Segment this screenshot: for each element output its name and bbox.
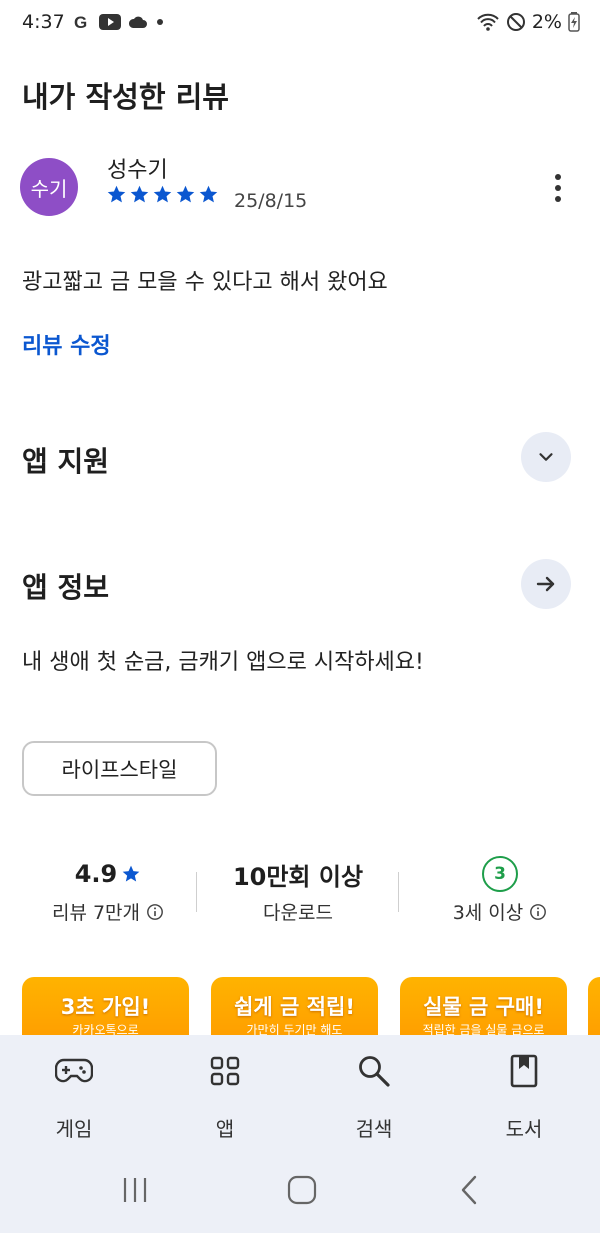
do-not-disturb-icon <box>506 12 526 32</box>
svg-text:G: G <box>74 13 87 31</box>
app-support-expand-button[interactable] <box>521 432 571 482</box>
promo-title: 실물 금 구매! <box>423 995 544 1019</box>
google-icon: G <box>73 13 91 31</box>
youtube-icon <box>98 14 121 30</box>
stat-downloads: 10만회 이상 다운로드 <box>198 856 398 936</box>
battery-charging-icon <box>568 12 580 32</box>
nav-label-games: 게임 <box>55 1117 93 1141</box>
age-label: 3세 이상 <box>452 902 524 924</box>
more-vert-icon <box>555 174 561 180</box>
status-left: 4:37 G <box>22 11 165 33</box>
rating-label: 리뷰 7만개 <box>51 902 141 924</box>
status-time: 4:37 <box>22 11 65 33</box>
info-icon <box>147 903 163 920</box>
page-title: 내가 작성한 리뷰 <box>22 80 229 114</box>
nav-item-search[interactable]: 검색 <box>319 1051 429 1142</box>
star-icon <box>153 185 172 203</box>
back-icon[interactable] <box>450 1170 490 1210</box>
age-rating-badge: 3 <box>482 856 518 892</box>
app-info-arrow-button[interactable] <box>521 559 571 609</box>
nav-item-games[interactable]: 게임 <box>19 1051 129 1142</box>
recents-icon[interactable] <box>115 1170 155 1210</box>
chevron-down-icon <box>539 453 553 461</box>
more-vert-icon-dot <box>555 185 561 191</box>
nav-label-books: 도서 <box>505 1117 543 1141</box>
battery-percent: 2% <box>531 11 562 33</box>
app-info-title: 앱 정보 <box>22 571 110 604</box>
status-right: 2% <box>476 11 580 33</box>
star-icon <box>107 185 126 203</box>
home-icon[interactable] <box>282 1170 322 1210</box>
nav-item-apps[interactable]: 앱 <box>170 1051 280 1142</box>
more-options-button[interactable] <box>544 168 572 208</box>
arrow-right-icon <box>536 576 555 592</box>
nav-label-apps: 앱 <box>215 1117 235 1141</box>
star-icon <box>130 185 149 203</box>
age-label-row: 3세 이상 <box>453 898 548 925</box>
review-header: 수기 성수기 25/8/15 <box>20 150 580 220</box>
star-rating <box>106 184 219 205</box>
category-chip[interactable]: 라이프스타일 <box>22 741 217 796</box>
edit-review-link[interactable]: 리뷰 수정 <box>22 328 111 360</box>
app-description: 내 생애 첫 순금, 금캐기 앱으로 시작하세요! <box>22 650 424 675</box>
star-icon <box>122 865 140 882</box>
avatar: 수기 <box>20 158 78 216</box>
apps-grid-icon <box>205 1051 245 1091</box>
review-text: 광고짧고 금 모을 수 있다고 해서 왔어요 <box>22 270 388 295</box>
book-icon <box>504 1051 544 1091</box>
info-icon <box>530 903 547 920</box>
review-date: 25/8/15 <box>234 190 308 212</box>
stat-divider <box>398 872 399 912</box>
search-icon <box>354 1051 394 1091</box>
stat-divider <box>196 872 197 912</box>
star-icon <box>176 185 195 203</box>
reviewer-name: 성수기 <box>107 158 168 183</box>
gamepad-icon <box>54 1051 94 1091</box>
dot-icon <box>155 17 165 27</box>
stat-age-rating[interactable]: 3 3세 이상 <box>400 856 600 936</box>
rating-value-row: 4.9 <box>75 856 142 892</box>
more-vert-icon-dot <box>555 196 561 202</box>
app-support-title: 앱 지원 <box>22 445 110 478</box>
stat-rating[interactable]: 4.9 리뷰 7만개 <box>20 856 196 936</box>
rating-value: 4.9 <box>74 860 118 888</box>
rating-label-row: 리뷰 7만개 <box>52 898 164 925</box>
downloads-value: 10만회 이상 <box>232 862 364 891</box>
promo-title: 3초 가입! <box>60 995 151 1019</box>
nav-label-search: 검색 <box>355 1117 393 1141</box>
avatar-text: 수기 <box>30 176 68 201</box>
wifi-icon <box>476 12 500 32</box>
nav-item-books[interactable]: 도서 <box>469 1051 579 1142</box>
status-bar: 4:37 G 2% <box>0 0 600 44</box>
system-navigation-bar <box>0 1160 600 1220</box>
age-badge-row: 3 <box>482 856 518 892</box>
cloud-icon <box>128 15 147 29</box>
downloads-label: 다운로드 <box>263 902 333 924</box>
promo-title: 쉽게 금 적립! <box>234 995 355 1019</box>
star-icon <box>199 185 218 203</box>
